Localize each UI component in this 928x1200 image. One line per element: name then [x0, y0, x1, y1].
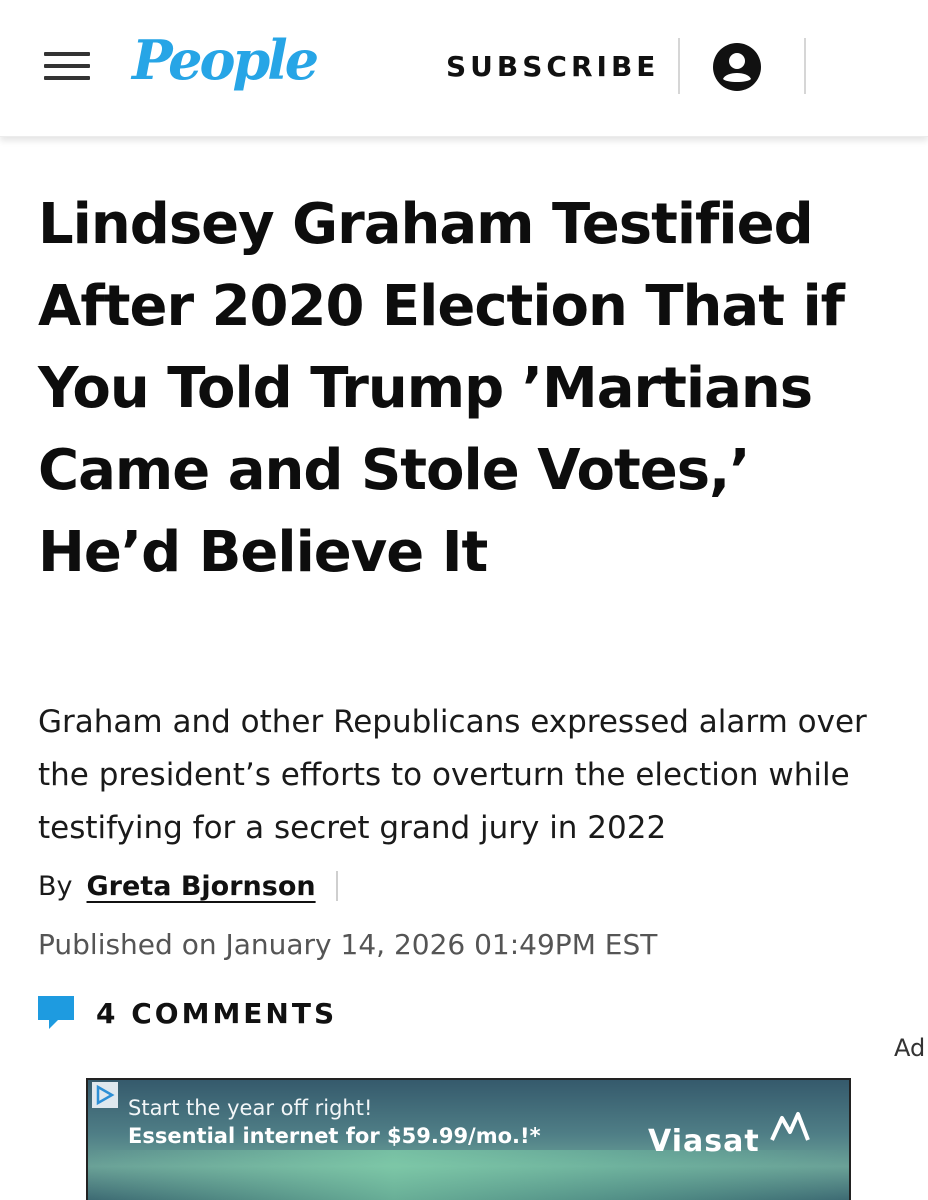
ad-headline: Start the year off right!: [128, 1096, 373, 1120]
header-divider: [678, 38, 680, 94]
article-subhead: Graham and other Republicans expressed a…: [38, 704, 867, 846]
comment-icon: [38, 996, 74, 1029]
byline-divider: [335, 871, 338, 901]
byline-prefix: By: [38, 870, 73, 902]
ad-brand-logo: Viasat: [648, 1124, 760, 1159]
byline: By Greta Bjornson: [38, 866, 338, 906]
menu-icon[interactable]: [44, 52, 90, 82]
ad-choices-icon[interactable]: [92, 1082, 118, 1108]
account-icon[interactable]: [712, 42, 762, 92]
viasat-mark-icon: [770, 1112, 810, 1141]
comments-label: 4 COMMENTS: [96, 996, 338, 1030]
header-divider: [804, 38, 806, 94]
author-link[interactable]: Greta Bjornson: [87, 871, 316, 902]
site-logo[interactable]: People: [132, 28, 319, 92]
ad-label: Ad: [894, 1034, 926, 1062]
published-date: Published on January 14, 2026 01:49PM ES…: [38, 928, 658, 961]
article-headline: Lindsey Graham Testified After 2020 Elec…: [38, 192, 845, 585]
site-header: People SUBSCRIBE: [0, 0, 928, 137]
ad-banner[interactable]: Start the year off right! Essential inte…: [86, 1078, 851, 1200]
comments-link[interactable]: 4 COMMENTS: [38, 996, 337, 1030]
subscribe-button[interactable]: SUBSCRIBE: [446, 50, 659, 83]
ad-offer: Essential internet for $59.99/mo.!*: [128, 1124, 541, 1148]
